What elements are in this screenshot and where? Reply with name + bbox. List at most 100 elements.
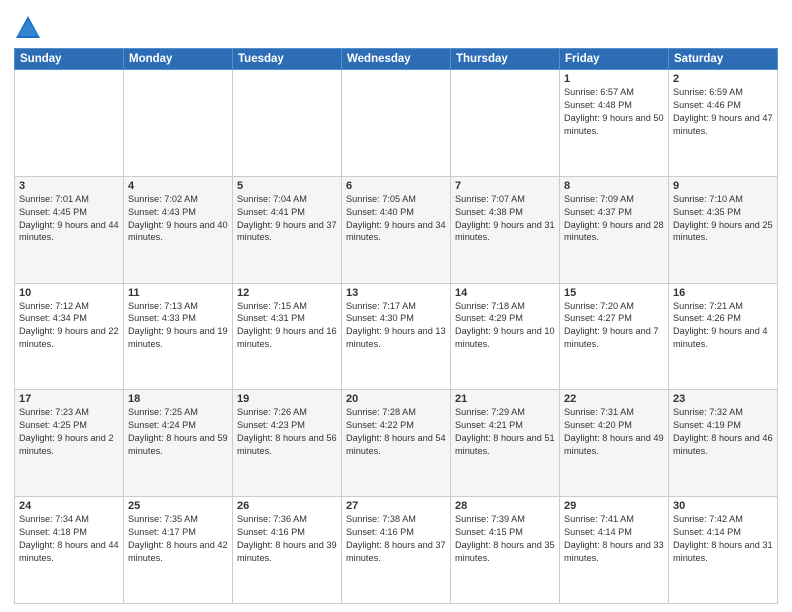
calendar-cell: 6Sunrise: 7:05 AM Sunset: 4:40 PM Daylig… [342, 176, 451, 283]
calendar-cell: 21Sunrise: 7:29 AM Sunset: 4:21 PM Dayli… [451, 390, 560, 497]
calendar-cell [233, 70, 342, 177]
day-info: Sunrise: 7:07 AM Sunset: 4:38 PM Dayligh… [455, 193, 555, 245]
day-info: Sunrise: 7:17 AM Sunset: 4:30 PM Dayligh… [346, 300, 446, 352]
day-number: 7 [455, 180, 555, 192]
col-header-sunday: Sunday [15, 49, 124, 70]
page: SundayMondayTuesdayWednesdayThursdayFrid… [0, 0, 792, 612]
day-number: 24 [19, 500, 119, 512]
day-info: Sunrise: 7:04 AM Sunset: 4:41 PM Dayligh… [237, 193, 337, 245]
day-info: Sunrise: 6:57 AM Sunset: 4:48 PM Dayligh… [564, 86, 664, 138]
day-info: Sunrise: 7:23 AM Sunset: 4:25 PM Dayligh… [19, 406, 119, 458]
day-number: 2 [673, 73, 773, 85]
calendar-cell: 14Sunrise: 7:18 AM Sunset: 4:29 PM Dayli… [451, 283, 560, 390]
calendar-cell: 7Sunrise: 7:07 AM Sunset: 4:38 PM Daylig… [451, 176, 560, 283]
day-info: Sunrise: 7:12 AM Sunset: 4:34 PM Dayligh… [19, 300, 119, 352]
day-number: 8 [564, 180, 664, 192]
calendar-cell: 8Sunrise: 7:09 AM Sunset: 4:37 PM Daylig… [560, 176, 669, 283]
day-number: 4 [128, 180, 228, 192]
day-info: Sunrise: 7:38 AM Sunset: 4:16 PM Dayligh… [346, 513, 446, 565]
calendar-cell: 25Sunrise: 7:35 AM Sunset: 4:17 PM Dayli… [124, 497, 233, 604]
day-info: Sunrise: 7:41 AM Sunset: 4:14 PM Dayligh… [564, 513, 664, 565]
calendar-week-row: 17Sunrise: 7:23 AM Sunset: 4:25 PM Dayli… [15, 390, 778, 497]
logo-icon [14, 14, 42, 42]
calendar-cell: 2Sunrise: 6:59 AM Sunset: 4:46 PM Daylig… [669, 70, 778, 177]
calendar-cell [124, 70, 233, 177]
calendar-cell: 4Sunrise: 7:02 AM Sunset: 4:43 PM Daylig… [124, 176, 233, 283]
calendar-header-row: SundayMondayTuesdayWednesdayThursdayFrid… [15, 49, 778, 70]
calendar-cell: 11Sunrise: 7:13 AM Sunset: 4:33 PM Dayli… [124, 283, 233, 390]
day-info: Sunrise: 7:05 AM Sunset: 4:40 PM Dayligh… [346, 193, 446, 245]
day-number: 9 [673, 180, 773, 192]
day-number: 28 [455, 500, 555, 512]
day-info: Sunrise: 7:01 AM Sunset: 4:45 PM Dayligh… [19, 193, 119, 245]
logo [14, 14, 46, 42]
calendar-cell: 5Sunrise: 7:04 AM Sunset: 4:41 PM Daylig… [233, 176, 342, 283]
day-info: Sunrise: 7:35 AM Sunset: 4:17 PM Dayligh… [128, 513, 228, 565]
calendar-table: SundayMondayTuesdayWednesdayThursdayFrid… [14, 48, 778, 604]
day-info: Sunrise: 7:25 AM Sunset: 4:24 PM Dayligh… [128, 406, 228, 458]
calendar-cell: 16Sunrise: 7:21 AM Sunset: 4:26 PM Dayli… [669, 283, 778, 390]
day-number: 20 [346, 393, 446, 405]
calendar-cell: 27Sunrise: 7:38 AM Sunset: 4:16 PM Dayli… [342, 497, 451, 604]
day-info: Sunrise: 7:21 AM Sunset: 4:26 PM Dayligh… [673, 300, 773, 352]
calendar-cell: 13Sunrise: 7:17 AM Sunset: 4:30 PM Dayli… [342, 283, 451, 390]
day-number: 19 [237, 393, 337, 405]
day-info: Sunrise: 7:26 AM Sunset: 4:23 PM Dayligh… [237, 406, 337, 458]
calendar-cell: 12Sunrise: 7:15 AM Sunset: 4:31 PM Dayli… [233, 283, 342, 390]
col-header-friday: Friday [560, 49, 669, 70]
col-header-monday: Monday [124, 49, 233, 70]
day-info: Sunrise: 7:42 AM Sunset: 4:14 PM Dayligh… [673, 513, 773, 565]
calendar-cell: 19Sunrise: 7:26 AM Sunset: 4:23 PM Dayli… [233, 390, 342, 497]
calendar-cell: 10Sunrise: 7:12 AM Sunset: 4:34 PM Dayli… [15, 283, 124, 390]
day-info: Sunrise: 7:36 AM Sunset: 4:16 PM Dayligh… [237, 513, 337, 565]
day-info: Sunrise: 7:02 AM Sunset: 4:43 PM Dayligh… [128, 193, 228, 245]
day-number: 12 [237, 287, 337, 299]
calendar-week-row: 24Sunrise: 7:34 AM Sunset: 4:18 PM Dayli… [15, 497, 778, 604]
day-number: 23 [673, 393, 773, 405]
calendar-cell: 17Sunrise: 7:23 AM Sunset: 4:25 PM Dayli… [15, 390, 124, 497]
day-number: 18 [128, 393, 228, 405]
calendar-week-row: 10Sunrise: 7:12 AM Sunset: 4:34 PM Dayli… [15, 283, 778, 390]
calendar-week-row: 1Sunrise: 6:57 AM Sunset: 4:48 PM Daylig… [15, 70, 778, 177]
day-number: 22 [564, 393, 664, 405]
calendar-cell: 24Sunrise: 7:34 AM Sunset: 4:18 PM Dayli… [15, 497, 124, 604]
calendar-cell: 15Sunrise: 7:20 AM Sunset: 4:27 PM Dayli… [560, 283, 669, 390]
day-number: 29 [564, 500, 664, 512]
calendar-cell [15, 70, 124, 177]
day-info: Sunrise: 7:20 AM Sunset: 4:27 PM Dayligh… [564, 300, 664, 352]
day-info: Sunrise: 7:28 AM Sunset: 4:22 PM Dayligh… [346, 406, 446, 458]
calendar-cell: 26Sunrise: 7:36 AM Sunset: 4:16 PM Dayli… [233, 497, 342, 604]
calendar-cell: 29Sunrise: 7:41 AM Sunset: 4:14 PM Dayli… [560, 497, 669, 604]
calendar-cell: 22Sunrise: 7:31 AM Sunset: 4:20 PM Dayli… [560, 390, 669, 497]
day-info: Sunrise: 7:39 AM Sunset: 4:15 PM Dayligh… [455, 513, 555, 565]
calendar-cell: 3Sunrise: 7:01 AM Sunset: 4:45 PM Daylig… [15, 176, 124, 283]
calendar-cell: 20Sunrise: 7:28 AM Sunset: 4:22 PM Dayli… [342, 390, 451, 497]
day-info: Sunrise: 7:32 AM Sunset: 4:19 PM Dayligh… [673, 406, 773, 458]
col-header-thursday: Thursday [451, 49, 560, 70]
calendar-cell [451, 70, 560, 177]
day-info: Sunrise: 7:13 AM Sunset: 4:33 PM Dayligh… [128, 300, 228, 352]
calendar-cell: 18Sunrise: 7:25 AM Sunset: 4:24 PM Dayli… [124, 390, 233, 497]
day-number: 30 [673, 500, 773, 512]
day-info: Sunrise: 7:29 AM Sunset: 4:21 PM Dayligh… [455, 406, 555, 458]
day-number: 1 [564, 73, 664, 85]
calendar-week-row: 3Sunrise: 7:01 AM Sunset: 4:45 PM Daylig… [15, 176, 778, 283]
calendar-cell: 9Sunrise: 7:10 AM Sunset: 4:35 PM Daylig… [669, 176, 778, 283]
calendar-cell [342, 70, 451, 177]
day-number: 17 [19, 393, 119, 405]
day-info: Sunrise: 7:18 AM Sunset: 4:29 PM Dayligh… [455, 300, 555, 352]
day-number: 27 [346, 500, 446, 512]
day-number: 15 [564, 287, 664, 299]
day-info: Sunrise: 7:15 AM Sunset: 4:31 PM Dayligh… [237, 300, 337, 352]
day-number: 13 [346, 287, 446, 299]
calendar-cell: 1Sunrise: 6:57 AM Sunset: 4:48 PM Daylig… [560, 70, 669, 177]
day-number: 25 [128, 500, 228, 512]
day-number: 21 [455, 393, 555, 405]
col-header-tuesday: Tuesday [233, 49, 342, 70]
day-number: 10 [19, 287, 119, 299]
day-info: Sunrise: 7:31 AM Sunset: 4:20 PM Dayligh… [564, 406, 664, 458]
col-header-saturday: Saturday [669, 49, 778, 70]
day-number: 11 [128, 287, 228, 299]
day-info: Sunrise: 7:10 AM Sunset: 4:35 PM Dayligh… [673, 193, 773, 245]
day-number: 3 [19, 180, 119, 192]
